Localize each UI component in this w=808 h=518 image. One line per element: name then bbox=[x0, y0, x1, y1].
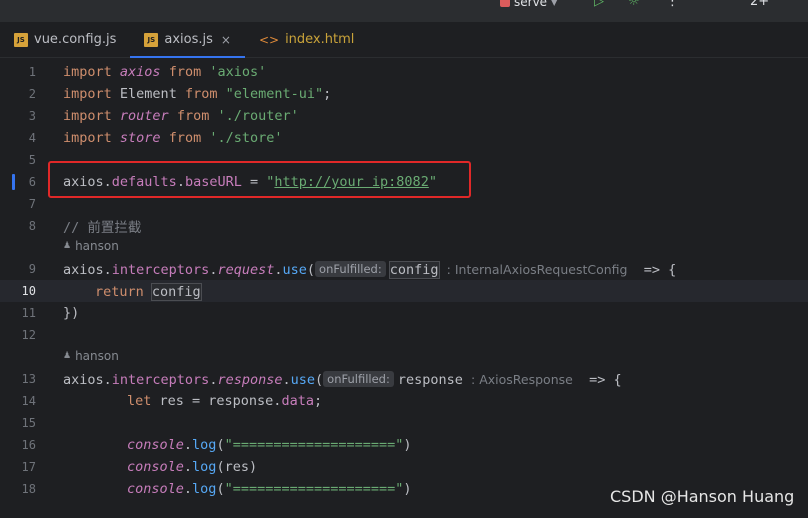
line-number: 11 bbox=[21, 306, 36, 320]
editor-tab-bar: JS vue.config.js JS axios.js × <> index.… bbox=[0, 22, 808, 58]
code-author-hint[interactable]: ♟ hanson bbox=[63, 349, 119, 363]
line-number: 10 bbox=[21, 284, 36, 298]
line-number: 14 bbox=[21, 394, 36, 408]
code-line: 17 console.log(res) bbox=[0, 456, 808, 478]
line-number: 3 bbox=[28, 109, 36, 123]
line-number: 5 bbox=[28, 153, 36, 167]
parameter-hint: onFulfilled: bbox=[323, 370, 394, 387]
code-text: axios.interceptors.request.use(onFulfill… bbox=[63, 260, 677, 279]
code-text: import Element from "element-ui"; bbox=[63, 86, 332, 102]
annotation-highlight-box bbox=[48, 161, 471, 198]
line-number: 15 bbox=[21, 416, 36, 430]
line-number: 18 bbox=[21, 482, 36, 496]
code-text: console.log("====================") bbox=[127, 437, 412, 453]
tab-label: index.html bbox=[285, 32, 355, 47]
type-hint: : AxiosResponse bbox=[471, 371, 573, 387]
code-text: let res = response.data; bbox=[127, 393, 323, 409]
code-comment: // 前置拦截 bbox=[63, 220, 142, 236]
code-text: return config bbox=[95, 282, 203, 301]
run-icon[interactable]: ▷ bbox=[594, 0, 604, 9]
code-line: 3 import router from './router' bbox=[0, 105, 808, 127]
code-line: 11 }) bbox=[0, 302, 808, 324]
watermark: CSDN @Hanson Huang bbox=[610, 487, 795, 506]
code-text: }) bbox=[63, 305, 80, 321]
code-line-current: 10 return config bbox=[0, 280, 808, 302]
debug-icon[interactable]: ☼ bbox=[628, 0, 640, 9]
run-config-selector[interactable]: serve ▼ bbox=[500, 0, 557, 10]
code-text: console.log("====================") bbox=[127, 481, 412, 497]
line-number: 17 bbox=[21, 460, 36, 474]
code-text: import store from './store' bbox=[63, 130, 283, 146]
person-icon: ♟ bbox=[63, 351, 72, 361]
code-line: 12 bbox=[0, 324, 808, 346]
code-text: import axios from 'axios' bbox=[63, 64, 267, 80]
code-text: import router from './router' bbox=[63, 108, 299, 124]
line-number: 7 bbox=[28, 197, 36, 211]
person-icon: ♟ bbox=[63, 241, 72, 251]
more-actions-icon[interactable]: ⋮ bbox=[666, 0, 679, 9]
main-toolbar: serve ▼ ▷ ☼ ⋮ 2+ bbox=[0, 0, 808, 22]
line-number: 1 bbox=[28, 65, 36, 79]
line-number: 12 bbox=[21, 328, 36, 342]
code-line: 1 import axios from 'axios' bbox=[0, 61, 808, 83]
line-number: 8 bbox=[28, 219, 36, 233]
code-line: 4 import store from './store' bbox=[0, 127, 808, 149]
js-file-icon: JS bbox=[14, 32, 28, 47]
line-number: 16 bbox=[21, 438, 36, 452]
code-author-hint[interactable]: ♟ hanson bbox=[63, 239, 119, 253]
code-line: 13 axios.interceptors.response.use(onFul… bbox=[0, 368, 808, 390]
run-config-label: serve bbox=[514, 0, 548, 9]
code-text: console.log(res) bbox=[127, 459, 258, 475]
line-number: 2 bbox=[28, 87, 36, 101]
code-editor[interactable]: 1 import axios from 'axios' 2 import Ele… bbox=[0, 59, 808, 518]
parameter-hint: onFulfilled: bbox=[315, 260, 386, 277]
line-number: 6 bbox=[28, 175, 36, 189]
add-user-icon[interactable]: 2+ bbox=[750, 0, 769, 9]
code-line: 15 bbox=[0, 412, 808, 434]
tab-label: axios.js bbox=[164, 32, 213, 47]
tab-label: vue.config.js bbox=[34, 32, 117, 47]
close-icon[interactable]: × bbox=[221, 33, 231, 47]
html-file-icon: <> bbox=[258, 32, 280, 47]
text-caret bbox=[200, 282, 203, 298]
code-line: 2 import Element from "element-ui"; bbox=[0, 83, 808, 105]
tab-axios[interactable]: JS axios.js × bbox=[130, 22, 245, 58]
type-hint: : InternalAxiosRequestConfig bbox=[446, 261, 628, 277]
code-line: 16 console.log("====================") bbox=[0, 434, 808, 456]
line-number: 9 bbox=[28, 262, 36, 276]
code-line: 9 axios.interceptors.request.use(onFulfi… bbox=[0, 258, 808, 280]
code-line: 8 // 前置拦截 bbox=[0, 215, 808, 237]
code-text: axios.interceptors.response.use(onFulfil… bbox=[63, 370, 622, 388]
tab-vue-config[interactable]: JS vue.config.js bbox=[0, 22, 130, 57]
line-number: 4 bbox=[28, 131, 36, 145]
tab-index-html[interactable]: <> index.html bbox=[245, 22, 368, 57]
js-file-icon: JS bbox=[144, 32, 159, 47]
line-number: 13 bbox=[21, 372, 36, 386]
chevron-down-icon: ▼ bbox=[551, 0, 558, 7]
npm-config-icon bbox=[500, 0, 510, 7]
code-line: 14 let res = response.data; bbox=[0, 390, 808, 412]
